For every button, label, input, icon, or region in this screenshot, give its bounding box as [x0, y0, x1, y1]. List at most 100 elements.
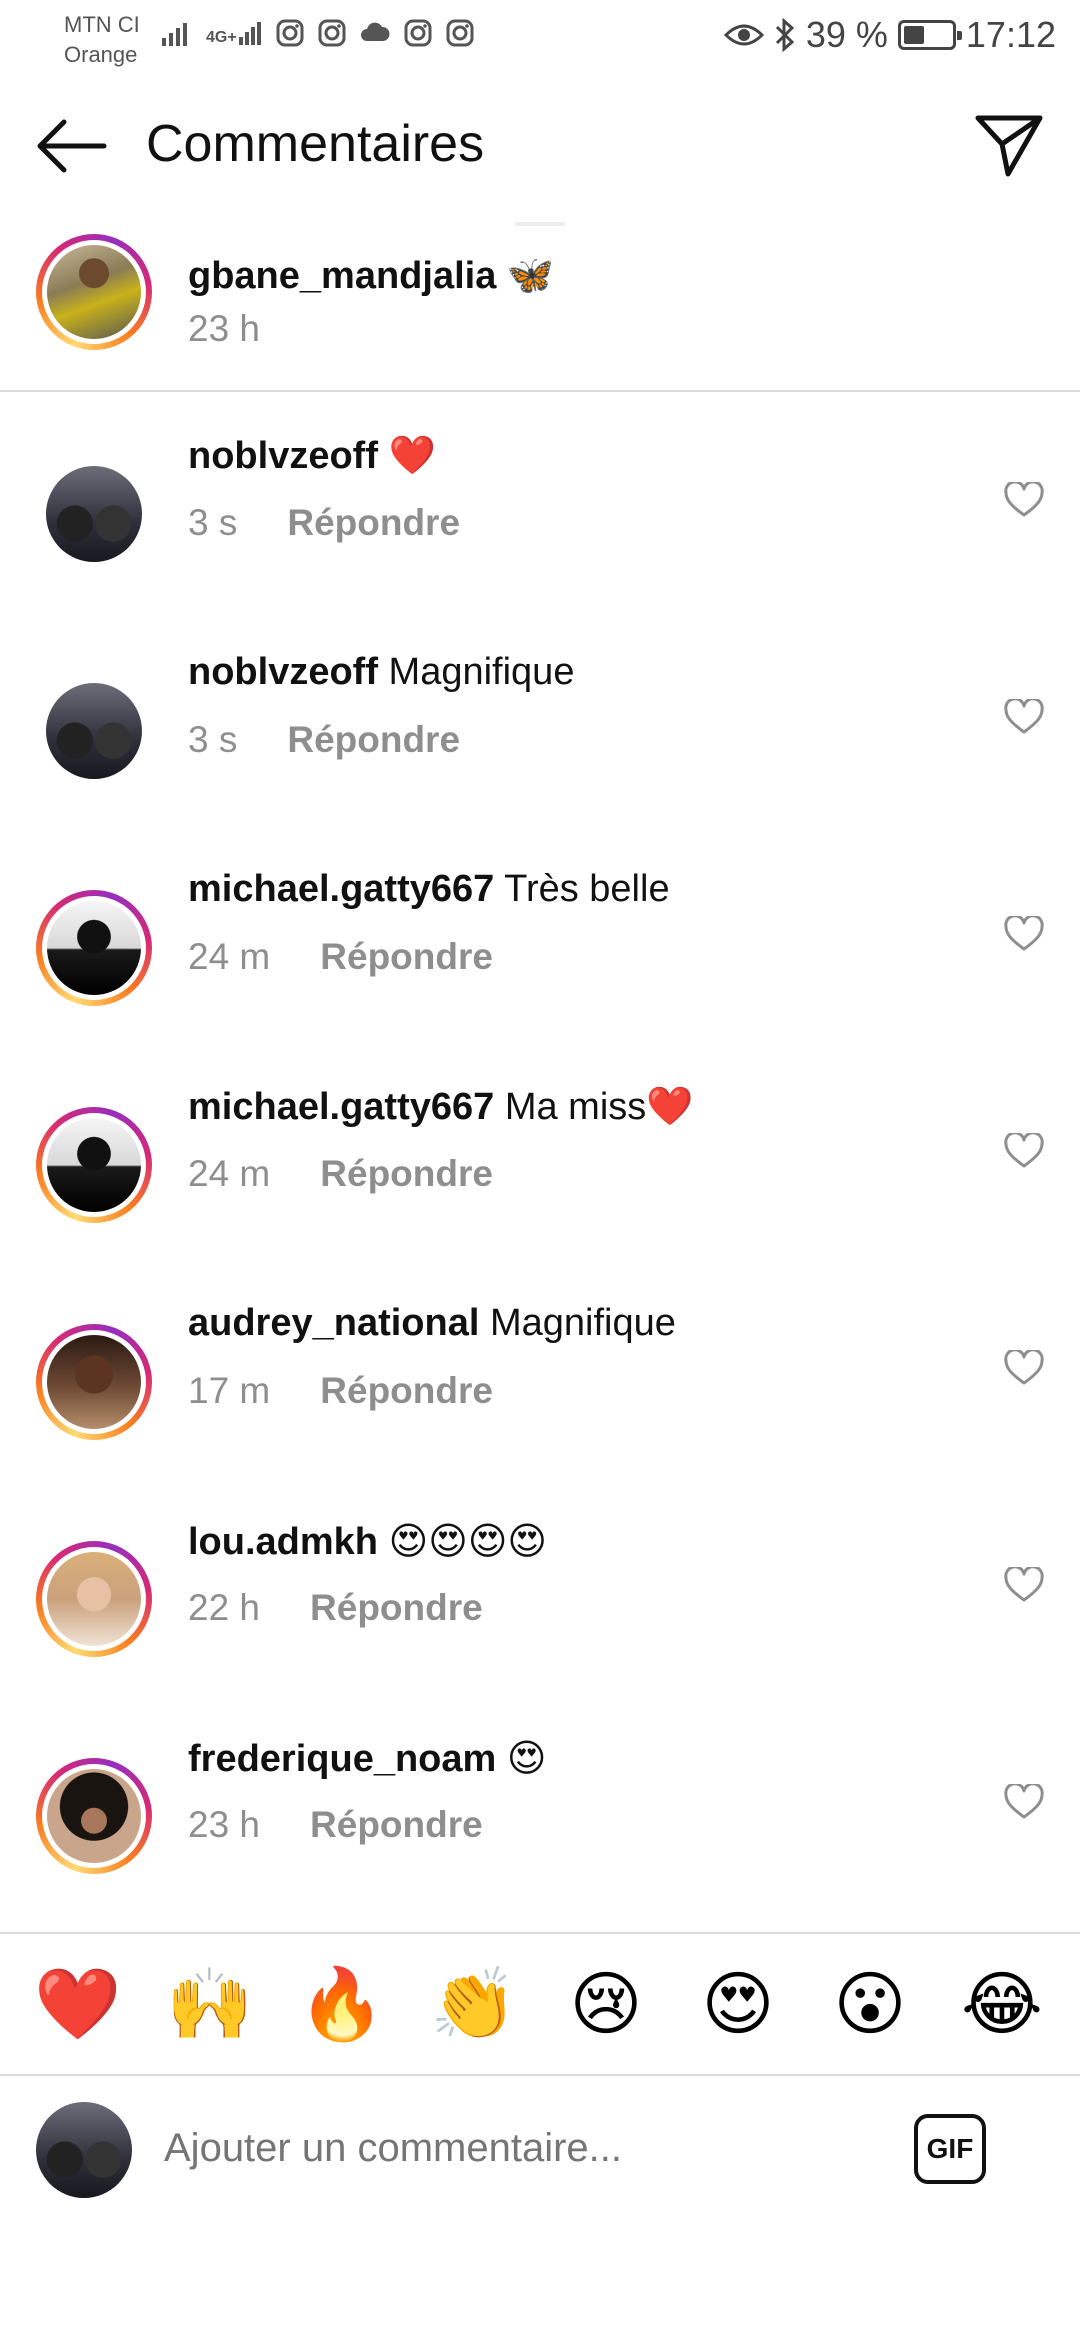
comment-row: noblvzeoff ❤️ 3 s Répondre [0, 406, 1080, 622]
like-comment-button[interactable] [1004, 914, 1050, 962]
instagram-notification-icon [276, 19, 304, 47]
comment-username[interactable]: noblvzeoff [188, 651, 378, 693]
reply-button[interactable]: Répondre [320, 1370, 493, 1412]
carrier-label: MTN CI Orange [64, 10, 140, 70]
emoji-button[interactable]: ❤️ [23, 1969, 133, 2039]
heart-outline-icon [1004, 1782, 1044, 1819]
comment-time: 3 s [188, 719, 238, 760]
drag-handle [515, 222, 565, 226]
status-icons-left: 4G+ [160, 18, 475, 48]
heart-outline-icon [1004, 1565, 1044, 1602]
share-button[interactable] [974, 110, 1044, 180]
comment-time: 24 m [188, 1153, 271, 1194]
comment-text: lou.admkh 😍😍😍😍 [188, 1519, 547, 1564]
comment-username[interactable]: michael.gatty667 [188, 1086, 494, 1128]
comment-body: 😍😍😍😍 [388, 1521, 548, 1563]
comment-body: ❤️ [388, 435, 436, 477]
signal-icon [162, 23, 187, 46]
comment-row: audrey_national Magnifique 17 m Répondre [0, 1274, 1080, 1490]
comment-row: michael.gatty667 Ma miss❤️ 24 m Répondre [0, 1057, 1080, 1273]
comment-meta: 3 s Répondre [188, 719, 460, 761]
heart-outline-icon [1004, 1348, 1044, 1385]
carrier-secondary: Orange [64, 42, 138, 67]
comment-username[interactable]: frederique_noam [188, 1738, 496, 1780]
caption-username[interactable]: gbane_mandjalia [188, 255, 496, 297]
avatar[interactable] [46, 683, 142, 779]
comment-composer: GIF [0, 2078, 1080, 2228]
avatar[interactable] [46, 466, 142, 562]
like-comment-button[interactable] [1004, 697, 1050, 745]
comment-row: lou.admkh 😍😍😍😍 22 h Répondre [0, 1491, 1080, 1707]
emoji-button[interactable]: 👏 [419, 1969, 529, 2039]
avatar[interactable] [36, 1324, 152, 1440]
comment-time: 3 s [188, 502, 238, 543]
avatar[interactable] [36, 1758, 152, 1874]
network-label: 4G+ [206, 29, 237, 46]
heart-outline-icon [1004, 697, 1044, 734]
comment-username[interactable]: audrey_national [188, 1302, 479, 1344]
comment-row: frederique_noam 😍 23 h Répondre [0, 1708, 1080, 1924]
back-button[interactable] [34, 118, 108, 174]
emoji-button[interactable]: 🔥 [287, 1969, 397, 2039]
comment-body: Magnifique [489, 1302, 676, 1344]
comment-body: Très belle [504, 868, 670, 910]
comment-username[interactable]: michael.gatty667 [188, 868, 494, 910]
emoji-button[interactable]: 🙌 [155, 1969, 265, 2039]
like-comment-button[interactable] [1004, 1348, 1050, 1396]
network-4g-icon: 4G+ [206, 19, 263, 47]
battery-level [903, 26, 925, 44]
emoji-button[interactable]: 😍 [683, 1969, 793, 2039]
comment-meta: 3 s Répondre [188, 502, 460, 544]
reply-button[interactable]: Répondre [320, 936, 493, 978]
like-comment-button[interactable] [1004, 1565, 1050, 1613]
battery-percent: 39 % [805, 14, 888, 55]
reply-button[interactable]: Répondre [287, 719, 460, 761]
comment-time: 22 h [188, 1587, 261, 1628]
reply-button[interactable]: Répondre [320, 1153, 493, 1195]
caption-time: 23 h [188, 308, 261, 349]
post-caption: gbane_mandjalia 🦋 23 h [0, 222, 1080, 392]
eye-icon [723, 24, 764, 46]
status-icons-right: 39 % 17:12 [723, 14, 1056, 56]
clock: 17:12 [965, 14, 1056, 55]
comment-text: noblvzeoff Magnifique [188, 651, 574, 694]
avatar[interactable] [36, 1107, 152, 1223]
like-comment-button[interactable] [1004, 480, 1050, 528]
avatar[interactable] [36, 890, 152, 1006]
comment-time: 17 m [188, 1370, 271, 1411]
heart-outline-icon [1004, 480, 1044, 517]
like-comment-button[interactable] [1004, 1782, 1050, 1830]
avatar[interactable] [36, 234, 152, 350]
page-title: Commentaires [146, 115, 485, 173]
instagram-notification-icon [318, 19, 346, 47]
comment-meta: 24 m Répondre [188, 936, 493, 978]
emoji-button[interactable]: 😢 [551, 1969, 661, 2039]
comment-body: 😍 [506, 1738, 547, 1780]
comment-username[interactable]: lou.admkh [188, 1521, 378, 1563]
comment-input[interactable] [164, 2126, 864, 2171]
comment-meta: 23 h Répondre [188, 1804, 483, 1846]
comment-row: michael.gatty667 Très belle 24 m Répondre [0, 840, 1080, 1056]
instagram-notification-icon [404, 19, 432, 47]
reply-button[interactable]: Répondre [287, 502, 460, 544]
heart-outline-icon [1004, 914, 1044, 951]
reply-button[interactable]: Répondre [310, 1587, 483, 1629]
comment-body: Magnifique [388, 651, 575, 693]
gif-button[interactable]: GIF [914, 2114, 986, 2184]
comment-username[interactable]: noblvzeoff [188, 435, 378, 477]
heart-outline-icon [1004, 1131, 1044, 1168]
comment-meta: 17 m Répondre [188, 1370, 493, 1412]
avatar[interactable] [36, 1541, 152, 1657]
like-comment-button[interactable] [1004, 1131, 1050, 1179]
emoji-button[interactable]: 😮 [815, 1969, 925, 2039]
caption-body: 🦋 [506, 255, 555, 297]
status-bar: MTN CI Orange 4G+ 39 % 17:12 [0, 0, 1080, 76]
emoji-button[interactable]: 😂 [947, 1969, 1057, 2039]
cloud-icon [360, 22, 390, 41]
comment-body: Ma miss❤️ [504, 1086, 694, 1128]
emoji-reaction-bar: ❤️ 🙌 🔥 👏 😢 😍 😮 😂 [0, 1932, 1080, 2076]
comment-text: frederique_noam 😍 [188, 1736, 547, 1781]
reply-button[interactable]: Répondre [310, 1804, 483, 1846]
caption-meta: 23 h [188, 308, 260, 350]
avatar [36, 2102, 132, 2198]
